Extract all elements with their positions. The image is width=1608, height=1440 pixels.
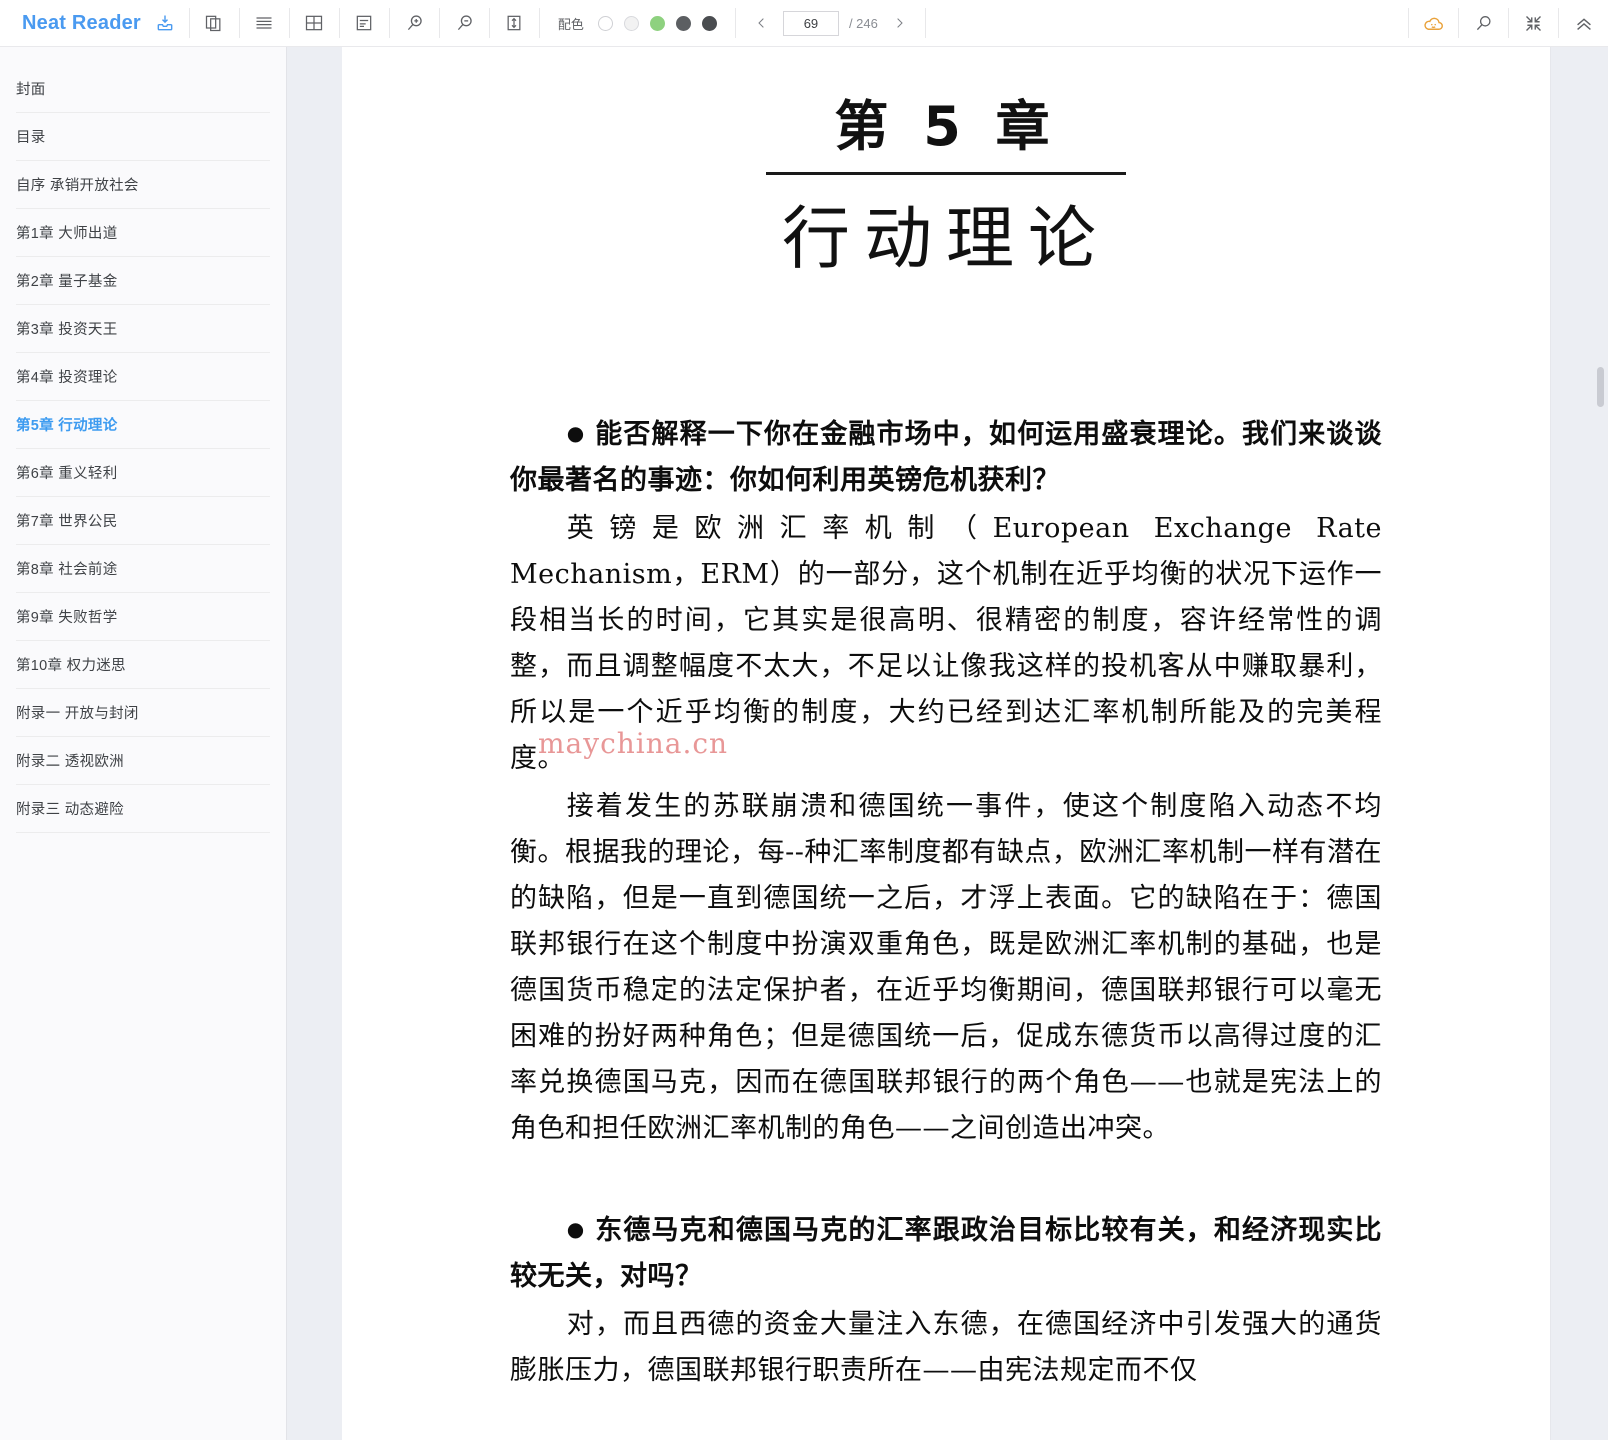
sidebar-item-chapter-9[interactable]: 第9章 失败哲学: [16, 593, 270, 641]
search-icon[interactable]: [1459, 0, 1508, 47]
theme-swatch-black[interactable]: [701, 15, 717, 31]
sidebar-item-chapter-4[interactable]: 第4章 投资理论: [16, 353, 270, 401]
paragraph-answer-3: 对，而且西德的资金大量注入东德，在德国经济中引发强大的通货膨胀压力，德国联邦银行…: [510, 1308, 1382, 1386]
paragraph-question-2: ● 东德马克和德国马克的汇率跟政治目标比较有关，和经济现实比较无关，对吗？: [510, 1206, 1382, 1300]
next-page-button[interactable]: [888, 13, 911, 33]
page-gutter: [286, 47, 342, 1440]
color-theme-label: 配色: [557, 16, 584, 32]
sidebar-item-chapter-8[interactable]: 第8章 社会前途: [16, 545, 270, 593]
neat-reader-window: Neat Reader 配色 69 / 246 封面 目录 自序 承销开放社会 …: [0, 0, 1608, 1440]
toolbar-right-group: [1408, 0, 1608, 47]
cloud-sync-icon[interactable]: [1409, 0, 1458, 47]
exit-fullscreen-icon[interactable]: [1509, 0, 1558, 47]
scrollbar-thumb[interactable]: [1597, 367, 1604, 407]
chapter-heading: 第 5 章 行动理论: [342, 47, 1550, 282]
bullet-icon: ●: [566, 420, 586, 445]
save-to-library-icon[interactable]: [155, 13, 175, 33]
sidebar-item-chapter-7[interactable]: 第7章 世界公民: [16, 497, 270, 545]
sidebar-item-appendix-2[interactable]: 附录二 透视欧洲: [16, 737, 270, 785]
chapter-number: 第 5 章: [834, 95, 1058, 158]
collapse-toolbar-icon[interactable]: [1559, 0, 1608, 47]
paragraph-answer-1: 英镑是欧洲汇率机制（European Exchange Rate Mechani…: [510, 512, 1382, 774]
paragraph-text: 东德马克和德国马克的汇率跟政治目标比较有关，和经济现实比较无关，对吗？: [510, 1214, 1383, 1292]
body-text: ● 能否解释一下你在金融市场中，如何运用盛衰理论。我们来谈谈你最著名的事迹：你如何…: [342, 410, 1550, 1394]
total-pages-label: / 246: [848, 15, 878, 31]
view-tools-group: [190, 0, 539, 47]
vertical-scrollbar[interactable]: [1550, 47, 1608, 1440]
app-title: Neat Reader: [22, 11, 141, 34]
line-height-icon[interactable]: [490, 0, 539, 47]
theme-swatch-light-gray[interactable]: [623, 15, 639, 31]
sidebar-item-chapter-1[interactable]: 第1章 大师出道: [16, 209, 270, 257]
theme-swatch-green[interactable]: [649, 15, 665, 31]
sidebar-item-chapter-10[interactable]: 第10章 权力迷思: [16, 641, 270, 689]
sidebar-item-chapter-6[interactable]: 第6章 重义轻利: [16, 449, 270, 497]
app-brand: Neat Reader: [0, 0, 189, 47]
two-page-view-icon[interactable]: [190, 0, 239, 47]
chapter-title: 行动理论: [781, 199, 1110, 279]
page-inner: 第 5 章 行动理论 ● 能否解释一下你在金融市场中，如何运用盛衰理论。我们来谈谈…: [342, 47, 1550, 1394]
theme-swatch-dark-gray[interactable]: [675, 15, 691, 31]
sidebar-item-chapter-5[interactable]: 第5章 行动理论: [16, 401, 270, 449]
paragraph-text: 能否解释一下你在金融市场中，如何运用盛衰理论。我们来谈谈你最著名的事迹：你如何利…: [510, 418, 1383, 496]
line-spacing-icon[interactable]: [240, 0, 289, 47]
zoom-out-icon[interactable]: [440, 0, 489, 47]
previous-page-button[interactable]: [750, 13, 773, 33]
sidebar-item-appendix-3[interactable]: 附录三 动态避险: [16, 785, 270, 833]
paragraph-question-1: ● 能否解释一下你在金融市场中，如何运用盛衰理论。我们来谈谈你最著名的事迹：你如何…: [510, 410, 1382, 504]
sidebar-item-chapter-3[interactable]: 第3章 投资天王: [16, 305, 270, 353]
chapter-rule: [766, 171, 1126, 175]
text-align-icon[interactable]: [340, 0, 389, 47]
top-toolbar: Neat Reader 配色 69 / 246: [0, 0, 1608, 47]
sidebar-item-chapter-2[interactable]: 第2章 量子基金: [16, 257, 270, 305]
sidebar-item-contents[interactable]: 目录: [16, 113, 270, 161]
sidebar-item-preface[interactable]: 自序 承销开放社会: [16, 161, 270, 209]
zoom-in-icon[interactable]: [390, 0, 439, 47]
page-navigation: / 246: [736, 0, 925, 47]
bullet-icon: ●: [566, 1216, 586, 1241]
book-page-content: 第 5 章 行动理论 ● 能否解释一下你在金融市场中，如何运用盛衰理论。我们来谈谈…: [342, 47, 1550, 1440]
paragraph-answer-2: 接着发生的苏联崩溃和德国统一事件，使这个制度陷入动态不均衡。根据我的理论，每--…: [510, 790, 1382, 1144]
sidebar-item-appendix-1[interactable]: 附录一 开放与封闭: [16, 689, 270, 737]
page-number-input[interactable]: [782, 10, 839, 36]
table-of-contents-sidebar[interactable]: 封面 目录 自序 承销开放社会 第1章 大师出道 第2章 量子基金 第3章 投资…: [0, 47, 286, 1440]
sidebar-item-cover[interactable]: 封面: [16, 65, 270, 113]
theme-swatch-white[interactable]: [597, 15, 613, 31]
color-theme-group: 配色: [540, 0, 735, 47]
page-margin-icon[interactable]: [290, 0, 339, 47]
